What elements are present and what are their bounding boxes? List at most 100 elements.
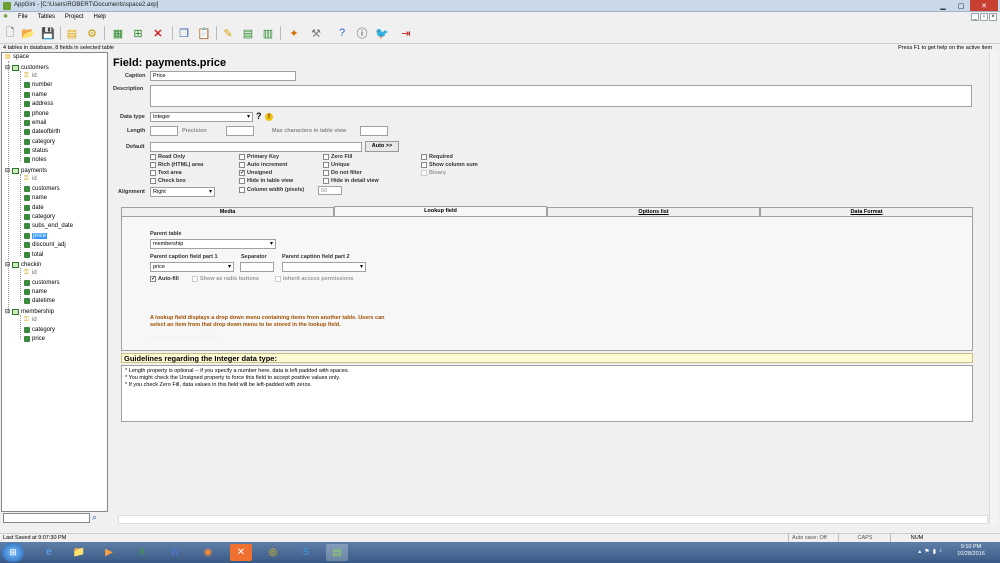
- tree-field[interactable]: datetime: [24, 298, 55, 304]
- mdi-minimize-button[interactable]: _: [971, 13, 979, 21]
- tree-field[interactable]: total: [24, 252, 43, 258]
- checkbox-checkbox[interactable]: Check box: [150, 178, 186, 184]
- maxchars-input[interactable]: [360, 126, 388, 136]
- tree-field[interactable]: subs_end_date: [24, 223, 73, 229]
- clock[interactable]: 9:10 PM 10/28/2016: [946, 544, 996, 558]
- tree-field[interactable]: number: [24, 82, 52, 88]
- tree-field[interactable]: ⚿ id: [24, 176, 37, 182]
- hide-detail-view-checkbox[interactable]: Hide in detail view: [323, 178, 379, 184]
- help-icon[interactable]: ?: [334, 25, 350, 41]
- warning-icon[interactable]: !: [265, 113, 273, 121]
- add-field-icon[interactable]: ⊞: [130, 25, 146, 41]
- twitter-icon[interactable]: 🐦: [374, 25, 390, 41]
- tree-field[interactable]: category: [24, 327, 55, 333]
- tree-field[interactable]: name: [24, 289, 47, 295]
- tree-field[interactable]: ⚿ id: [24, 317, 37, 323]
- datatype-select[interactable]: Integer: [150, 112, 253, 122]
- tree-field[interactable]: status: [24, 148, 48, 154]
- separator-input[interactable]: [240, 262, 274, 272]
- alignment-select[interactable]: Right: [150, 187, 215, 197]
- column-width-input[interactable]: 50: [318, 186, 342, 195]
- add-table-icon[interactable]: ▦: [110, 25, 126, 41]
- database-icon[interactable]: ▤: [64, 25, 80, 41]
- start-button[interactable]: ⊞: [2, 543, 24, 562]
- tree-table-checkin[interactable]: ⊟ checkin: [5, 261, 41, 268]
- vertical-scrollbar[interactable]: [989, 52, 998, 524]
- tools-icon[interactable]: ⚒: [308, 25, 324, 41]
- tree-search-input[interactable]: [3, 513, 90, 523]
- explorer-icon[interactable]: 📁: [68, 544, 90, 561]
- paste-icon[interactable]: 📋: [196, 25, 212, 41]
- chrome-icon[interactable]: ◎: [262, 544, 284, 561]
- exit-icon[interactable]: ⇥: [398, 25, 414, 41]
- app-menu-icon[interactable]: ✱: [3, 14, 8, 20]
- skype-icon[interactable]: S: [295, 544, 317, 561]
- tree-field[interactable]: email: [24, 120, 46, 126]
- unsigned-checkbox[interactable]: ✓ Unsigned: [239, 170, 272, 176]
- close-button[interactable]: ✕: [970, 0, 998, 11]
- autofill-checkbox[interactable]: ✓ Auto-fill: [150, 276, 179, 282]
- horizontal-scrollbar[interactable]: [118, 515, 988, 524]
- move-down-icon[interactable]: ▥: [260, 25, 276, 41]
- tree-field[interactable]: discount_adj: [24, 242, 66, 248]
- media-player-icon[interactable]: ▶: [98, 544, 120, 561]
- description-textarea[interactable]: [150, 85, 972, 107]
- tree-table-payments[interactable]: ⊟ payments: [5, 167, 47, 174]
- tree-field[interactable]: dateofbirth: [24, 129, 60, 135]
- caption-input[interactable]: Price: [150, 71, 296, 81]
- tree-field[interactable]: customers: [24, 186, 60, 192]
- new-file-icon[interactable]: 🗋: [2, 25, 18, 41]
- menu-project[interactable]: Project: [65, 14, 84, 20]
- tree-field[interactable]: category: [24, 139, 55, 145]
- tree-table-membership[interactable]: ⊟ membership: [5, 308, 54, 315]
- menu-help[interactable]: Help: [94, 14, 106, 20]
- autoincrement-checkbox[interactable]: Auto increment: [239, 162, 287, 168]
- tree-field[interactable]: address: [24, 101, 53, 107]
- open-folder-icon[interactable]: 📂: [20, 25, 36, 41]
- appgini-taskbar-icon[interactable]: ▤: [326, 544, 348, 561]
- mdi-close-button[interactable]: ×: [989, 13, 997, 21]
- firefox-icon[interactable]: ◉: [197, 544, 219, 561]
- tree-table-customers[interactable]: ⊟ customers: [5, 64, 49, 71]
- info-icon[interactable]: ⓘ: [354, 25, 370, 41]
- unique-checkbox[interactable]: Unique: [323, 162, 350, 168]
- auto-button[interactable]: Auto >>: [365, 141, 399, 152]
- tree-field[interactable]: ⚿ id: [24, 270, 37, 276]
- mdi-restore-button[interactable]: ▫: [980, 13, 988, 21]
- move-up-icon[interactable]: ▤: [240, 25, 256, 41]
- tree-field[interactable]: customers: [24, 280, 60, 286]
- primarykey-checkbox[interactable]: Primary Key: [239, 154, 279, 160]
- tree-field[interactable]: name: [24, 92, 47, 98]
- donotfilter-checkbox[interactable]: Do not filter: [323, 170, 362, 176]
- copy-icon[interactable]: ❐: [176, 25, 192, 41]
- default-input[interactable]: [150, 142, 362, 152]
- column-width-checkbox[interactable]: Column width (pixels): [239, 187, 304, 193]
- tree-field[interactable]: category: [24, 214, 55, 220]
- length-input[interactable]: [150, 126, 178, 136]
- minimize-button[interactable]: ▁: [934, 0, 952, 11]
- save-icon[interactable]: 💾: [40, 25, 56, 41]
- zerofill-checkbox[interactable]: Zero Fill: [323, 154, 352, 160]
- word-icon[interactable]: W: [164, 544, 186, 561]
- caption2-select[interactable]: [282, 262, 366, 272]
- show-column-sum-checkbox[interactable]: Show column sum: [421, 162, 478, 168]
- delete-icon[interactable]: ✕: [150, 25, 166, 41]
- menu-tables[interactable]: Tables: [38, 14, 55, 20]
- tree-field[interactable]: price: [24, 336, 45, 342]
- caption1-select[interactable]: price: [150, 262, 234, 272]
- parent-table-select[interactable]: membership: [150, 239, 276, 249]
- generate-icon[interactable]: ✦: [286, 25, 302, 41]
- tree-root[interactable]: ▤ space: [5, 54, 29, 60]
- project-tree[interactable]: ▤ space ⊟ customers ⚿ id number name addres…: [1, 52, 108, 512]
- maximize-button[interactable]: ▢: [952, 0, 970, 11]
- help-icon[interactable]: ?: [256, 111, 262, 121]
- tree-field[interactable]: phone: [24, 111, 49, 117]
- textarea-checkbox[interactable]: Text area: [150, 170, 182, 176]
- tree-field-selected[interactable]: price: [24, 233, 48, 239]
- excel-icon[interactable]: X: [131, 544, 153, 561]
- hide-table-view-checkbox[interactable]: Hide in table view: [239, 178, 293, 184]
- xampp-icon[interactable]: ✕: [230, 544, 252, 561]
- tree-field[interactable]: notes: [24, 157, 47, 163]
- highlighter-icon[interactable]: ✎: [220, 25, 236, 41]
- tree-field[interactable]: date: [24, 205, 44, 211]
